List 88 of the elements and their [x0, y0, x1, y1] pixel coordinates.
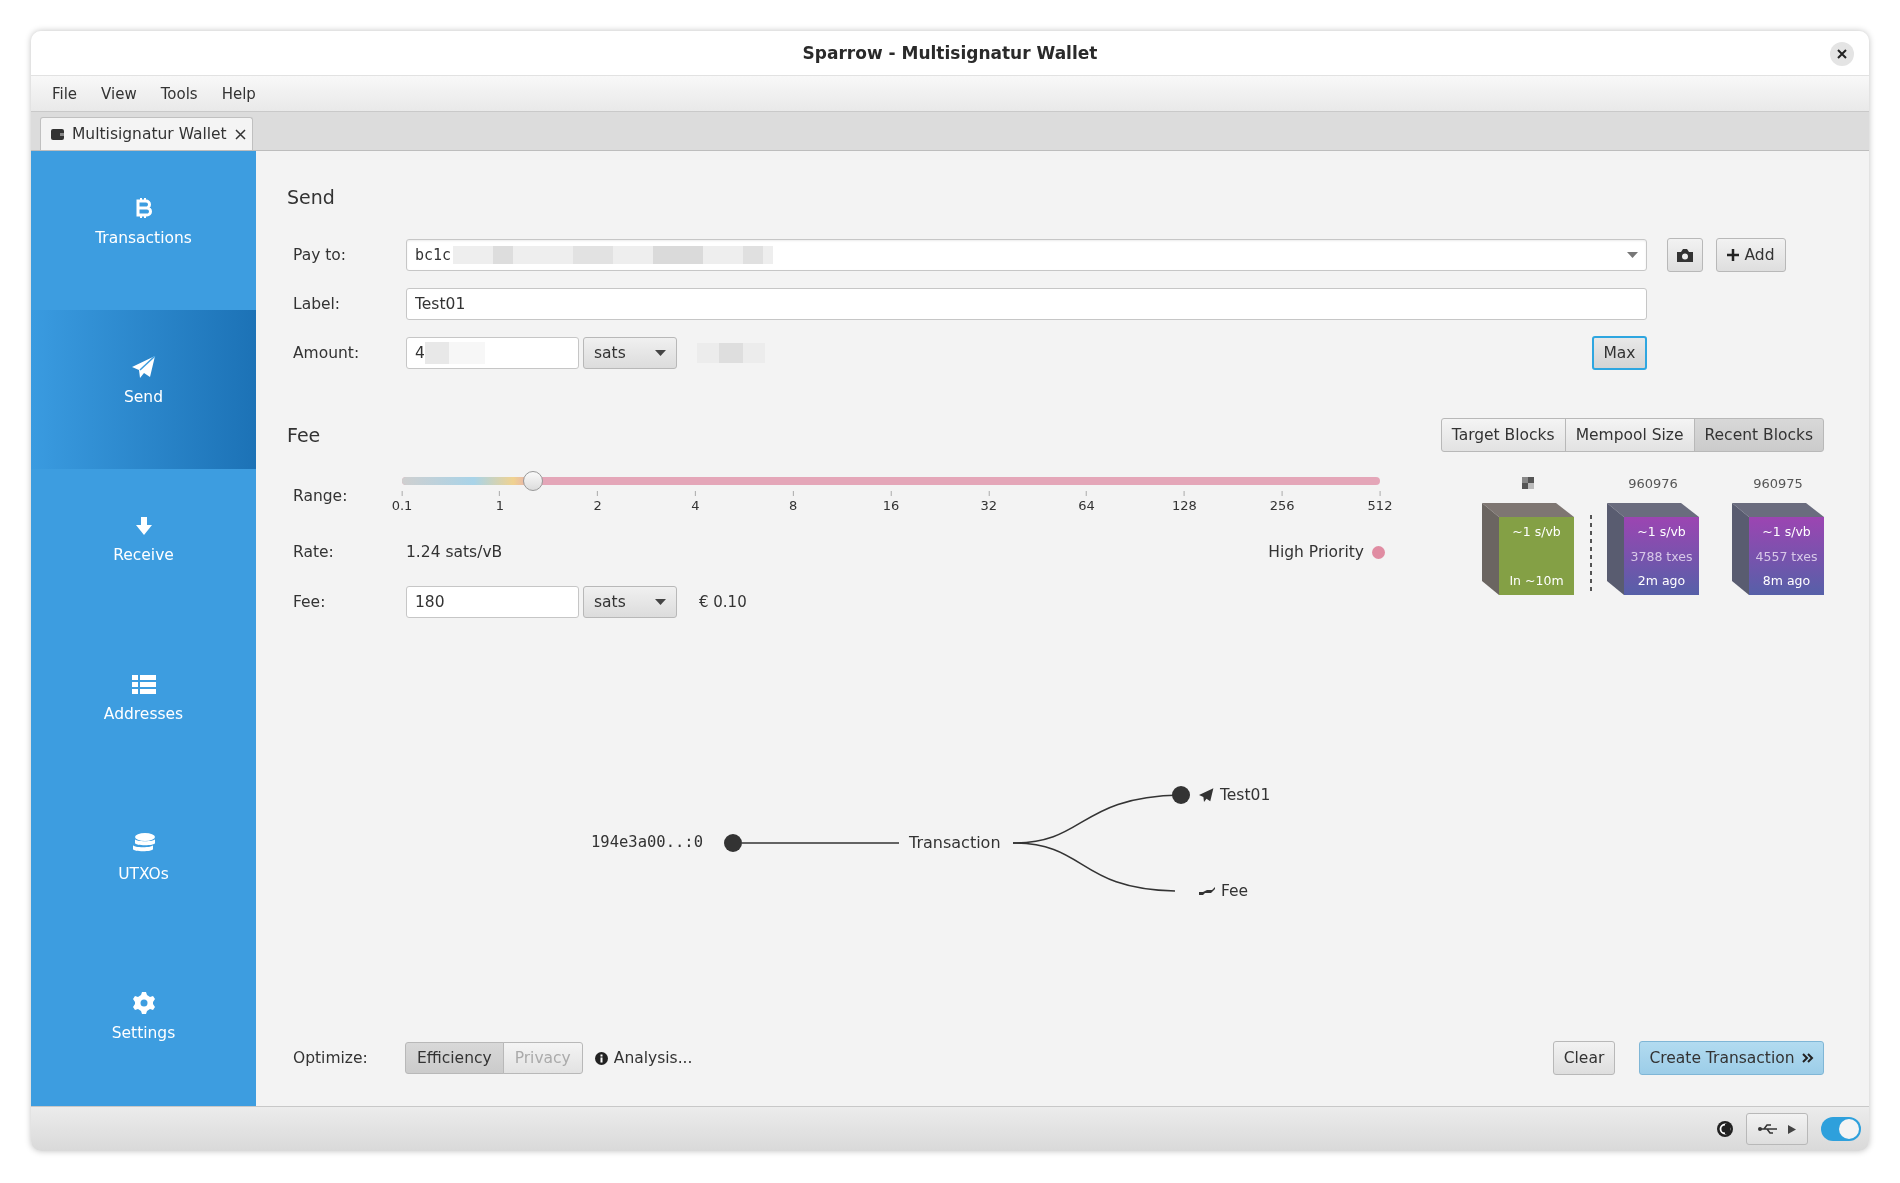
field-label: Optimize:	[293, 1049, 369, 1067]
menu-item[interactable]: View	[101, 82, 137, 105]
field-label: Label:	[293, 295, 342, 313]
view-toggle[interactable]: Mempool Size	[1564, 418, 1695, 452]
section-heading: Fee	[287, 423, 321, 448]
transaction-label: Transaction	[909, 833, 1001, 852]
camera-button[interactable]	[1667, 238, 1703, 272]
priority-label: High Priority	[1268, 543, 1364, 561]
field-label: Pay to:	[293, 246, 348, 264]
tick-label: 4	[691, 498, 700, 513]
fiat-value: € 0.10	[699, 593, 747, 611]
usb-icon[interactable]	[1758, 1123, 1780, 1135]
menu-item[interactable]: File	[52, 82, 78, 105]
paper-plane-icon	[131, 355, 156, 378]
bitcoin-icon	[135, 196, 152, 219]
section-heading: Send	[287, 185, 336, 210]
block-tx-count: 4557 txes	[1755, 548, 1818, 565]
block-time: 8m ago	[1762, 573, 1811, 589]
tick-label: 64	[1078, 498, 1095, 513]
settings-icon	[132, 992, 155, 1015]
optimize-toggle[interactable]: Efficiency	[405, 1042, 504, 1074]
tick-label: 512	[1367, 498, 1393, 513]
usb-button[interactable]	[1746, 1113, 1808, 1145]
field-label: Range:	[293, 487, 349, 505]
tick-label: 16	[882, 498, 900, 513]
tick-label: 128	[1172, 498, 1197, 513]
tick-label: 8	[789, 498, 798, 513]
play-icon[interactable]	[1788, 1124, 1796, 1134]
hand-icon	[1199, 886, 1215, 896]
block-icon	[1522, 477, 1534, 489]
output-label: Fee	[1221, 882, 1249, 900]
block-time: In ~10m	[1509, 573, 1564, 589]
address-field[interactable]: bc1c	[406, 239, 1647, 271]
label-field[interactable]: Test01	[406, 288, 1647, 320]
block-height: 960976	[1628, 475, 1678, 491]
unit-select[interactable]: sats	[583, 586, 677, 618]
view-toggle[interactable]: Recent Blocks	[1693, 418, 1824, 452]
caret-icon[interactable]	[655, 350, 666, 356]
input-outpoint: 194e3a00..:0	[591, 833, 703, 851]
info-icon[interactable]	[594, 1051, 608, 1065]
amount-field[interactable]: 4	[406, 337, 579, 369]
field-label: Fee:	[293, 593, 327, 611]
fee-slider[interactable]	[402, 471, 1380, 491]
paper-plane-icon	[1199, 788, 1214, 802]
add-button[interactable]: Add	[1716, 238, 1786, 272]
sidebar-item[interactable]: Send	[31, 310, 256, 470]
tick-label: 256	[1269, 498, 1295, 513]
menu-item[interactable]: Help	[221, 82, 256, 105]
tick-label: 1	[495, 498, 504, 513]
wallet-icon	[51, 128, 64, 140]
unit-select[interactable]: sats	[583, 337, 677, 369]
priority-dot	[1372, 545, 1385, 559]
slider-thumb[interactable]	[523, 471, 544, 491]
block-height: 960975	[1753, 475, 1803, 491]
tick-label: 2	[593, 498, 602, 513]
camera-icon[interactable]	[1677, 248, 1693, 262]
analysis-link[interactable]: Analysis...	[594, 1049, 693, 1067]
view-toggle[interactable]: Target Blocks	[1440, 418, 1566, 452]
double-chevron-icon[interactable]	[1801, 1053, 1814, 1063]
tick-label: 32	[980, 498, 998, 513]
max-button[interactable]: Max	[1592, 336, 1647, 370]
close-icon[interactable]	[234, 128, 246, 140]
plus-icon[interactable]	[1727, 249, 1740, 261]
toggle-switch[interactable]	[1821, 1117, 1861, 1141]
down-arrow-icon	[133, 515, 154, 536]
node-dot	[1172, 786, 1190, 804]
close-button[interactable]	[1830, 42, 1854, 66]
tick-label: 0.1	[391, 498, 413, 513]
field-label: Rate:	[293, 543, 335, 561]
block-fee-rate: ~1 s/vb	[1512, 524, 1561, 540]
block-fee-rate: ~1 s/vb	[1637, 524, 1686, 540]
block-tx-count: 3788 txes	[1630, 548, 1693, 565]
field-label: Amount:	[293, 344, 361, 362]
fee-rate: 1.24 sats/vB	[406, 543, 503, 561]
clear-button[interactable]: Clear	[1553, 1041, 1615, 1075]
create-transaction-button[interactable]: Create Transaction	[1639, 1041, 1824, 1075]
node-dot	[724, 834, 742, 852]
list-icon	[131, 675, 156, 696]
tab[interactable]: Multisignatur Wallet	[40, 117, 253, 150]
block-fee-rate: ~1 s/vb	[1762, 524, 1811, 540]
output-label: Test01	[1220, 786, 1271, 804]
window-title: Sparrow - Multisignatur Wallet	[802, 43, 1098, 63]
caret-icon[interactable]	[655, 599, 666, 605]
menu-item[interactable]: Tools	[160, 82, 198, 105]
close-icon[interactable]	[1837, 49, 1847, 59]
block-time: 2m ago	[1637, 573, 1686, 589]
caret-icon[interactable]	[1627, 252, 1638, 258]
fee-field[interactable]: 180	[406, 586, 579, 618]
